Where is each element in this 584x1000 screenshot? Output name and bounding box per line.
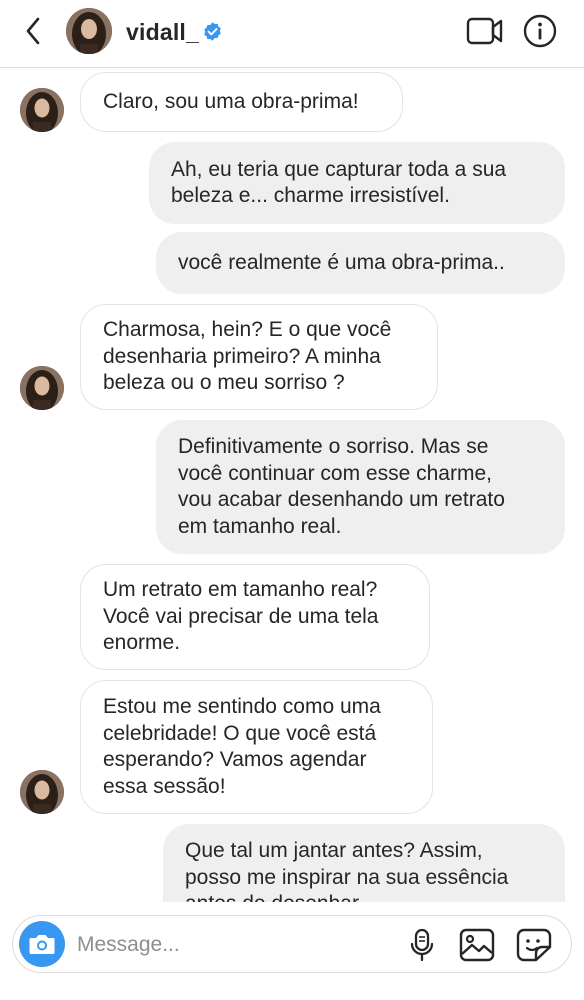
message-text: vou acabar desenhando um retrato <box>178 488 505 511</box>
back-button[interactable] <box>18 16 48 46</box>
message-text: Claro, sou uma obra-prima! <box>103 89 359 113</box>
message-text: posso me inspirar na sua essência <box>185 865 509 889</box>
video-call-button[interactable] <box>466 16 504 46</box>
message-text: celebridade! O que você está <box>103 721 377 745</box>
message-bubble-incoming[interactable]: Estou me sentindo como uma celebridade! … <box>80 680 433 814</box>
message-text: você realmente é uma obra-prima.. <box>178 250 505 274</box>
message-composer <box>12 915 572 973</box>
sender-avatar[interactable] <box>20 770 64 814</box>
message-text: antes de desenhar. <box>185 891 543 902</box>
microphone-icon <box>410 928 434 962</box>
message-text: beleza e... charme irresistível. <box>171 184 450 207</box>
camera-button[interactable] <box>19 921 65 967</box>
message-thread[interactable]: Claro, sou uma obra-prima! Ah, eu teria … <box>0 68 584 902</box>
message-bubble-outgoing[interactable]: Que tal um jantar antes? Assim, posso me… <box>163 824 565 902</box>
message-text: Definitivamente o sorriso. Mas se <box>178 435 489 458</box>
message-text: beleza ou o meu sorriso ? <box>103 371 345 395</box>
message-bubble-outgoing[interactable]: Definitivamente o sorriso. Mas se você c… <box>156 420 565 554</box>
message-text: Estou me sentindo como uma <box>103 695 381 718</box>
profile-avatar[interactable] <box>66 8 112 54</box>
info-icon <box>523 14 557 48</box>
gallery-button[interactable] <box>459 928 495 962</box>
sender-avatar[interactable] <box>20 366 64 410</box>
camera-icon <box>29 935 55 954</box>
message-text: enorme. <box>103 631 181 655</box>
message-text: em tamanho real. <box>178 514 342 538</box>
message-text: esperando? Vamos agendar <box>103 748 367 771</box>
message-text: Você vai precisar de uma tela <box>103 604 379 628</box>
message-bubble-incoming[interactable]: Claro, sou uma obra-prima! <box>80 72 403 132</box>
verified-badge-icon <box>204 22 221 41</box>
chevron-left-icon <box>26 17 40 45</box>
message-input[interactable] <box>77 930 377 960</box>
message-text: Charmosa, hein? E o que você <box>103 318 392 342</box>
message-text: você continuar com esse charme, <box>178 461 492 485</box>
message-bubble-incoming[interactable]: Charmosa, hein? E o que você desenharia … <box>80 304 438 410</box>
message-text: Que tal um jantar antes? Assim, <box>185 839 483 862</box>
sticker-icon <box>516 928 552 962</box>
chat-username[interactable]: vidall_ <box>126 19 199 46</box>
info-button[interactable] <box>523 14 557 48</box>
sticker-button[interactable] <box>516 928 552 962</box>
voice-message-button[interactable] <box>407 928 437 962</box>
sender-avatar[interactable] <box>20 88 64 132</box>
message-bubble-incoming[interactable]: Um retrato em tamanho real? Você vai pre… <box>80 564 430 670</box>
message-text: desenharia primeiro? A minha <box>103 344 381 368</box>
message-text: Um retrato em tamanho real? <box>103 578 378 602</box>
message-text: essa sessão! <box>103 774 226 798</box>
gallery-icon <box>459 928 495 962</box>
message-bubble-outgoing[interactable]: você realmente é uma obra-prima.. <box>156 232 565 294</box>
chat-header: vidall_ <box>0 0 584 68</box>
message-bubble-outgoing[interactable]: Ah, eu teria que capturar toda a sua bel… <box>149 142 565 224</box>
video-camera-icon <box>466 17 503 45</box>
message-text: Ah, eu teria que capturar toda a sua <box>171 157 507 181</box>
